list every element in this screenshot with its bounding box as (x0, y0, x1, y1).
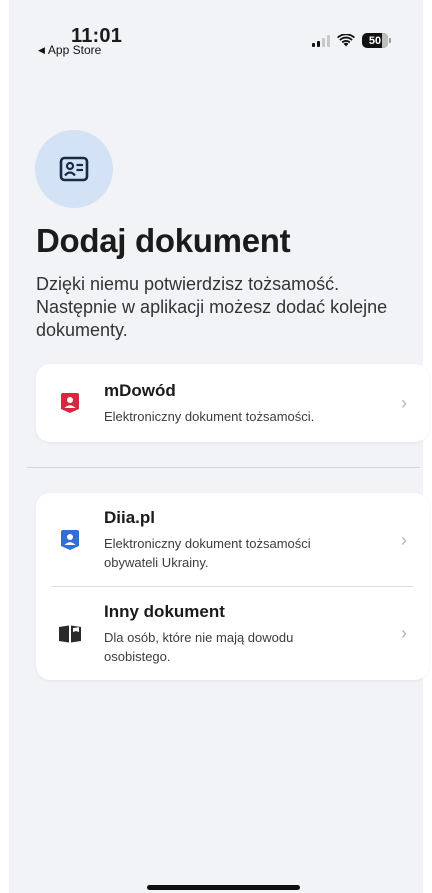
back-to-app-store[interactable]: ◀ App Store (38, 43, 101, 57)
document-description: Elektroniczny dokument tożsamości. (104, 408, 315, 424)
back-label: App Store (47, 43, 102, 57)
diia-icon (61, 530, 79, 550)
document-description: Elektroniczny dokument tożsamości obywat… (104, 536, 311, 570)
document-name: Inny dokument (104, 601, 225, 621)
document-name: Diia.pl (104, 508, 156, 527)
chevron-right-icon: › (401, 392, 407, 413)
app-screen: 11:01 ◀ App Store 50 Dodaj dokument Dzię… (9, 0, 429, 893)
document-option-other[interactable]: Inny dokument Dla osób, które nie mają d… (36, 587, 429, 680)
id-card-icon-circle (35, 130, 113, 208)
chevron-right-icon: › (401, 623, 407, 643)
chevron-right-icon: › (401, 529, 407, 550)
document-name: mDowód (104, 380, 176, 400)
battery-icon: 50 (362, 33, 391, 48)
id-card-icon (59, 156, 89, 182)
status-indicators: 50 (312, 33, 391, 48)
wifi-icon (337, 34, 355, 47)
other-documents-card: Diia.pl Elektroniczny dokument tożsamośc… (36, 493, 429, 680)
document-option-diia[interactable]: Diia.pl Elektroniczny dokument tożsamośc… (36, 493, 429, 587)
battery-level: 50 (368, 34, 382, 47)
primary-document-card: mDowód Elektroniczny dokument tożsamości… (36, 364, 429, 442)
page-subtitle: Dzięki niemu potwierdzisz tożsamość. Nas… (36, 274, 388, 340)
page-title: Dodaj dokument (36, 222, 291, 259)
cellular-signal-icon (312, 34, 330, 47)
back-triangle-icon: ◀ (38, 44, 45, 55)
document-option-mdowod[interactable]: mDowód Elektroniczny dokument tożsamości… (36, 364, 429, 442)
open-book-icon (59, 625, 81, 642)
section-divider (27, 467, 420, 468)
document-description: Dla osób, które nie mają dowodu osobiste… (104, 629, 294, 664)
mdowod-icon (61, 393, 79, 413)
home-indicator[interactable] (147, 885, 300, 890)
